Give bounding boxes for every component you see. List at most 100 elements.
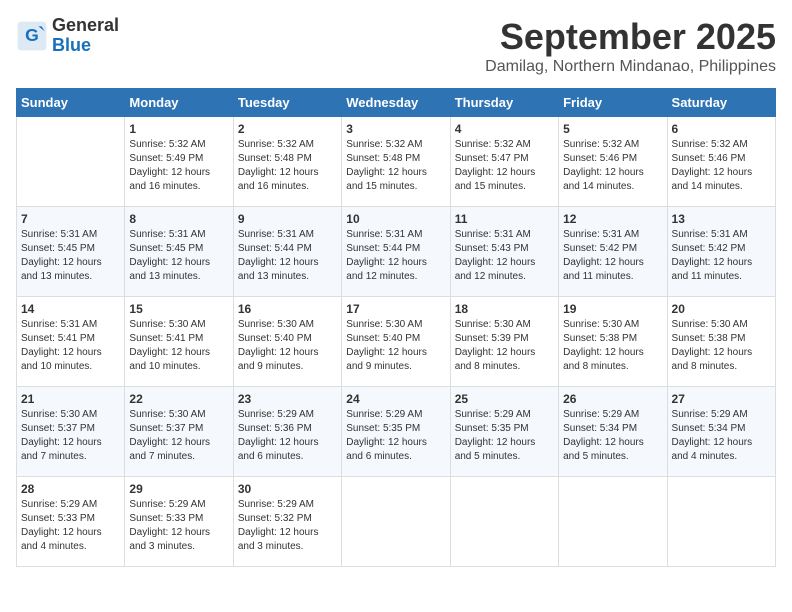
calendar-cell: 19Sunrise: 5:30 AMSunset: 5:38 PMDayligh… — [559, 297, 667, 387]
logo: G General Blue — [16, 16, 119, 56]
day-number: 25 — [455, 392, 554, 406]
calendar-cell: 5 Sunrise: 5:32 AMSunset: 5:46 PMDaylight… — [559, 117, 667, 207]
calendar-cell: 11Sunrise: 5:31 AMSunset: 5:43 PMDayligh… — [450, 207, 558, 297]
calendar-cell: 15 Sunrise: 5:30 AMSunset: 5:41 PMDayligh… — [125, 297, 233, 387]
calendar-cell: 16 Sunrise: 5:30 AMSunset: 5:40 PMDayligh… — [233, 297, 341, 387]
day-info: Sunrise: 5:31 AMSunset: 5:45 PMDaylight:… — [129, 228, 228, 284]
day-info: Sunrise: 5:32 AMSunset: 5:46 PMDaylight:… — [563, 138, 662, 194]
day-number: 8 — [129, 212, 228, 226]
calendar-cell: 27 Sunrise: 5:29 AMSunset: 5:34 PMDayligh… — [667, 387, 775, 477]
week-row-5: 28 Sunrise: 5:29 AMSunset: 5:33 PMDayligh… — [17, 477, 776, 567]
svg-text:G: G — [25, 25, 39, 45]
day-number: 19 — [563, 302, 662, 316]
calendar-cell — [450, 477, 558, 567]
day-number: 10 — [346, 212, 445, 226]
calendar-cell: 2Sunrise: 5:32 AMSunset: 5:48 PMDaylight… — [233, 117, 341, 207]
day-number: 20 — [672, 302, 771, 316]
logo-line2: Blue — [52, 36, 119, 56]
calendar-cell: 10 Sunrise: 5:31 AMSunset: 5:44 PMDayligh… — [342, 207, 450, 297]
week-row-3: 14 Sunrise: 5:31 AMSunset: 5:41 PMDayligh… — [17, 297, 776, 387]
day-number: 4 — [455, 122, 554, 136]
calendar-cell — [342, 477, 450, 567]
day-number: 26 — [563, 392, 662, 406]
day-number: 22 — [129, 392, 228, 406]
day-number: 14 — [21, 302, 120, 316]
calendar-cell: 9 Sunrise: 5:31 AMSunset: 5:44 PMDaylight… — [233, 207, 341, 297]
header-friday: Friday — [559, 89, 667, 117]
day-number: 28 — [21, 482, 120, 496]
calendar-cell: 7 Sunrise: 5:31 AMSunset: 5:45 PMDaylight… — [17, 207, 125, 297]
calendar-cell: 30 Sunrise: 5:29 AMSunset: 5:32 PMDayligh… — [233, 477, 341, 567]
day-number: 9 — [238, 212, 337, 226]
day-info: Sunrise: 5:30 AMSunset: 5:41 PMDaylight:… — [129, 318, 228, 374]
header-row: SundayMondayTuesdayWednesdayThursdayFrid… — [17, 89, 776, 117]
day-info: Sunrise: 5:32 AMSunset: 5:49 PMDaylight:… — [129, 138, 228, 194]
day-number: 7 — [21, 212, 120, 226]
calendar-cell: 24 Sunrise: 5:29 AMSunset: 5:35 PMDayligh… — [342, 387, 450, 477]
day-info: Sunrise: 5:29 AMSunset: 5:35 PMDaylight:… — [346, 408, 445, 464]
day-info: Sunrise: 5:31 AMSunset: 5:41 PMDaylight:… — [21, 318, 120, 374]
day-info: Sunrise: 5:30 AMSunset: 5:40 PMDaylight:… — [346, 318, 445, 374]
day-info: Sunrise: 5:30 AMSunset: 5:38 PMDaylight:… — [672, 318, 771, 374]
day-info: Sunrise: 5:31 AMSunset: 5:44 PMDaylight:… — [346, 228, 445, 284]
day-number: 1 — [129, 122, 228, 136]
day-info: Sunrise: 5:30 AMSunset: 5:37 PMDaylight:… — [129, 408, 228, 464]
calendar-cell — [667, 477, 775, 567]
day-info: Sunrise: 5:32 AMSunset: 5:48 PMDaylight:… — [346, 138, 445, 194]
title-block: September 2025 Damilag, Northern Mindana… — [485, 16, 776, 76]
month-title: September 2025 — [485, 16, 776, 58]
calendar-cell: 25 Sunrise: 5:29 AMSunset: 5:35 PMDayligh… — [450, 387, 558, 477]
day-info: Sunrise: 5:31 AMSunset: 5:42 PMDaylight:… — [672, 228, 771, 284]
calendar-cell: 28 Sunrise: 5:29 AMSunset: 5:33 PMDayligh… — [17, 477, 125, 567]
day-info: Sunrise: 5:29 AMSunset: 5:36 PMDaylight:… — [238, 408, 337, 464]
logo-text: General Blue — [52, 16, 119, 56]
calendar-cell: 3Sunrise: 5:32 AMSunset: 5:48 PMDaylight… — [342, 117, 450, 207]
header-saturday: Saturday — [667, 89, 775, 117]
day-info: Sunrise: 5:29 AMSunset: 5:35 PMDaylight:… — [455, 408, 554, 464]
day-number: 27 — [672, 392, 771, 406]
day-number: 18 — [455, 302, 554, 316]
calendar-cell: 13 Sunrise: 5:31 AMSunset: 5:42 PMDayligh… — [667, 207, 775, 297]
day-number: 13 — [672, 212, 771, 226]
calendar-cell: 20 Sunrise: 5:30 AMSunset: 5:38 PMDayligh… — [667, 297, 775, 387]
calendar-cell: 29 Sunrise: 5:29 AMSunset: 5:33 PMDayligh… — [125, 477, 233, 567]
day-info: Sunrise: 5:31 AMSunset: 5:45 PMDaylight:… — [21, 228, 120, 284]
day-number: 21 — [21, 392, 120, 406]
calendar-cell — [559, 477, 667, 567]
day-info: Sunrise: 5:30 AMSunset: 5:40 PMDaylight:… — [238, 318, 337, 374]
day-number: 2 — [238, 122, 337, 136]
day-info: Sunrise: 5:29 AMSunset: 5:32 PMDaylight:… — [238, 498, 337, 554]
day-info: Sunrise: 5:32 AMSunset: 5:47 PMDaylight:… — [455, 138, 554, 194]
logo-icon: G — [16, 20, 48, 52]
day-info: Sunrise: 5:29 AMSunset: 5:33 PMDaylight:… — [21, 498, 120, 554]
location-title: Damilag, Northern Mindanao, Philippines — [485, 58, 776, 76]
day-number: 16 — [238, 302, 337, 316]
day-info: Sunrise: 5:31 AMSunset: 5:44 PMDaylight:… — [238, 228, 337, 284]
day-info: Sunrise: 5:32 AMSunset: 5:46 PMDaylight:… — [672, 138, 771, 194]
page-header: G General Blue September 2025 Damilag, N… — [16, 16, 776, 76]
day-info: Sunrise: 5:29 AMSunset: 5:34 PMDaylight:… — [563, 408, 662, 464]
day-number: 30 — [238, 482, 337, 496]
day-number: 5 — [563, 122, 662, 136]
calendar-cell: 22 Sunrise: 5:30 AMSunset: 5:37 PMDayligh… — [125, 387, 233, 477]
day-info: Sunrise: 5:29 AMSunset: 5:34 PMDaylight:… — [672, 408, 771, 464]
calendar-cell: 26 Sunrise: 5:29 AMSunset: 5:34 PMDayligh… — [559, 387, 667, 477]
calendar-cell: 1 Sunrise: 5:32 AMSunset: 5:49 PMDaylight… — [125, 117, 233, 207]
week-row-4: 21 Sunrise: 5:30 AMSunset: 5:37 PMDayligh… — [17, 387, 776, 477]
day-info: Sunrise: 5:30 AMSunset: 5:37 PMDaylight:… — [21, 408, 120, 464]
day-number: 24 — [346, 392, 445, 406]
header-wednesday: Wednesday — [342, 89, 450, 117]
calendar-cell: 12Sunrise: 5:31 AMSunset: 5:42 PMDayligh… — [559, 207, 667, 297]
day-number: 15 — [129, 302, 228, 316]
calendar-cell: 6Sunrise: 5:32 AMSunset: 5:46 PMDaylight… — [667, 117, 775, 207]
header-thursday: Thursday — [450, 89, 558, 117]
calendar-cell: 17Sunrise: 5:30 AMSunset: 5:40 PMDayligh… — [342, 297, 450, 387]
day-info: Sunrise: 5:31 AMSunset: 5:42 PMDaylight:… — [563, 228, 662, 284]
day-number: 29 — [129, 482, 228, 496]
day-number: 23 — [238, 392, 337, 406]
week-row-1: 1 Sunrise: 5:32 AMSunset: 5:49 PMDaylight… — [17, 117, 776, 207]
day-info: Sunrise: 5:31 AMSunset: 5:43 PMDaylight:… — [455, 228, 554, 284]
header-tuesday: Tuesday — [233, 89, 341, 117]
calendar-cell: 4 Sunrise: 5:32 AMSunset: 5:47 PMDaylight… — [450, 117, 558, 207]
day-info: Sunrise: 5:29 AMSunset: 5:33 PMDaylight:… — [129, 498, 228, 554]
